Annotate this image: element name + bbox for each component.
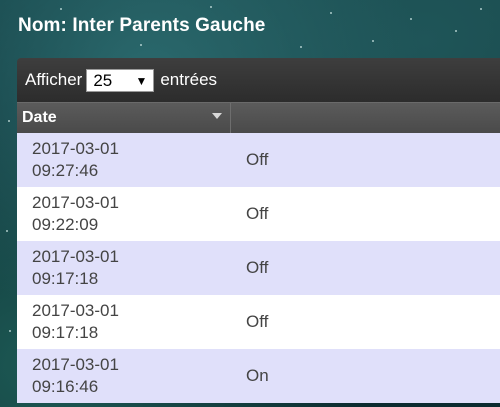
show-label: Afficher — [25, 70, 83, 89]
date-text: 2017-03-01 — [32, 193, 119, 212]
star — [410, 18, 412, 20]
date-text: 2017-03-01 — [32, 139, 119, 158]
date-cell: 2017-03-01 09:17:18 — [17, 241, 231, 295]
table-row: 2017-03-01 09:17:18 Off — [17, 295, 500, 349]
table-row: 2017-03-01 09:17:18 Off — [17, 241, 500, 295]
dropdown-arrow-icon: ▼ — [135, 73, 148, 88]
value-cell: On — [246, 366, 269, 385]
star — [210, 6, 212, 8]
star — [480, 8, 482, 10]
table-header: Date — [17, 102, 500, 133]
time-text: 09:17:18 — [32, 269, 99, 288]
date-text: 2017-03-01 — [32, 247, 119, 266]
date-text: 2017-03-01 — [32, 301, 119, 320]
star — [140, 44, 142, 46]
table-row: 2017-03-01 09:27:46 Off — [17, 133, 500, 187]
date-text: 2017-03-01 — [32, 355, 119, 374]
date-cell: 2017-03-01 09:27:46 — [17, 133, 231, 187]
date-cell: 2017-03-01 09:16:46 — [17, 349, 231, 403]
value-cell: Off — [246, 204, 269, 223]
column-header-date-label: Date — [22, 109, 57, 126]
star — [300, 46, 302, 48]
star — [8, 120, 10, 122]
table-panel: Afficher 25 ▼ entrées Date 2017-03-01 09… — [17, 58, 500, 407]
page-title: Nom: Inter Parents Gauche — [18, 15, 266, 36]
time-text: 09:17:18 — [32, 323, 99, 342]
value-cell: Off — [246, 258, 269, 277]
table-toolbar: Afficher 25 ▼ entrées — [17, 58, 500, 102]
star — [330, 12, 332, 14]
column-header-value[interactable] — [231, 103, 500, 133]
time-text: 09:22:09 — [32, 215, 99, 234]
value-cell: Off — [246, 150, 269, 169]
date-cell: 2017-03-01 09:22:09 — [17, 187, 231, 241]
table-row: 2017-03-01 09:16:46 On — [17, 349, 500, 403]
table-row: 2017-03-01 09:22:09 Off — [17, 187, 500, 241]
star — [455, 30, 457, 32]
time-text: 09:27:46 — [32, 161, 99, 180]
page-length-value: 25 — [93, 70, 113, 90]
time-text: 09:16:46 — [32, 377, 99, 396]
value-cell: Off — [246, 312, 269, 331]
sort-descending-icon — [212, 113, 222, 119]
entries-label: entrées — [160, 70, 218, 89]
star — [9, 330, 11, 332]
column-header-date[interactable]: Date — [17, 103, 231, 133]
star — [372, 40, 374, 42]
date-cell: 2017-03-01 09:17:18 — [17, 295, 231, 349]
page-length-select[interactable]: 25 ▼ — [86, 68, 155, 92]
star — [6, 230, 8, 232]
star — [60, 8, 62, 10]
